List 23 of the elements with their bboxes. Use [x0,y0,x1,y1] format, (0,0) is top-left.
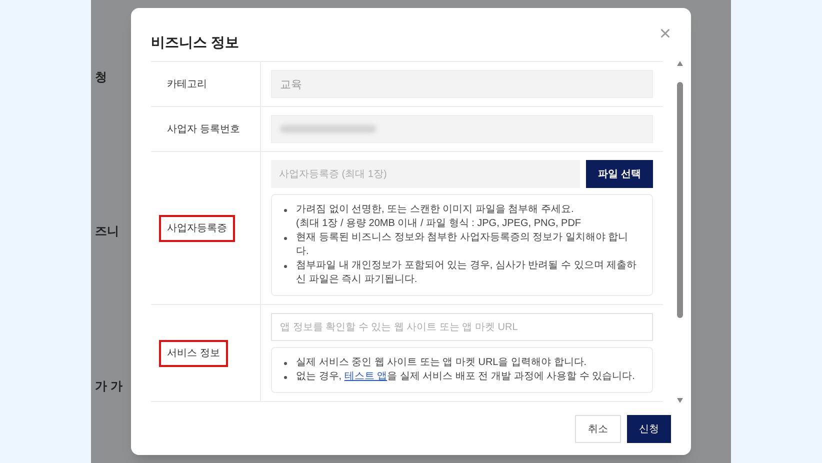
row-label: 서비스 정보 [159,340,228,366]
note-text: 첨부파일 내 개인정보가 포함되어 있는 경우, 심사가 반려될 수 있으며 제출하신 파일은 즉시 파기됩니다. [296,259,638,287]
note-text: 현재 등록된 비즈니스 정보와 첨부한 사업자등록증의 정보가 일치해야 합니다. [296,231,630,259]
scroll-down-icon[interactable] [677,398,683,403]
dialog-title: 비즈니스 정보 [151,33,239,52]
file-select-button[interactable]: 파일 선택 [586,160,653,188]
row-label: 카테고리 [166,78,208,92]
submit-button[interactable]: 신청 [627,415,671,443]
row-label: 사업자 등록번호 [166,122,241,136]
row-label: 사업자등록증 [159,214,235,242]
scroll-up-icon[interactable] [677,61,683,66]
note-text: 가려짐 없이 선명한, 또는 스캔한 이미지 파일을 첨부해 주세요. [296,203,574,217]
file-name-field[interactable]: 사업자등록증 (최대 1장) [271,160,580,188]
scrollbar[interactable] [675,61,685,403]
note-link[interactable]: 테스트 앱 [344,371,388,382]
note-text: (최대 1장 / 용량 20MB 이내 / 파일 형식 : JPG, JPEG, PNG, PDF [296,217,582,231]
background-text: 즈니 [95,223,120,240]
note-text: 실제 서비스 중인 웹 사이트 또는 앱 마켓 URL을 입력해야 합니다. [296,356,587,370]
background-text: 청 [95,69,108,86]
note-text: 없는 경우, 테스트 앱을 실제 서비스 배포 전 개발 과정에 사용할 수 있습니다. [296,370,635,384]
cancel-button[interactable]: 취소 [575,415,621,443]
background-text: 가 가 [95,378,124,395]
url-field[interactable]: 앱 정보를 확인할 수 있는 웹 사이트 또는 앱 마켓 URL [271,313,653,341]
